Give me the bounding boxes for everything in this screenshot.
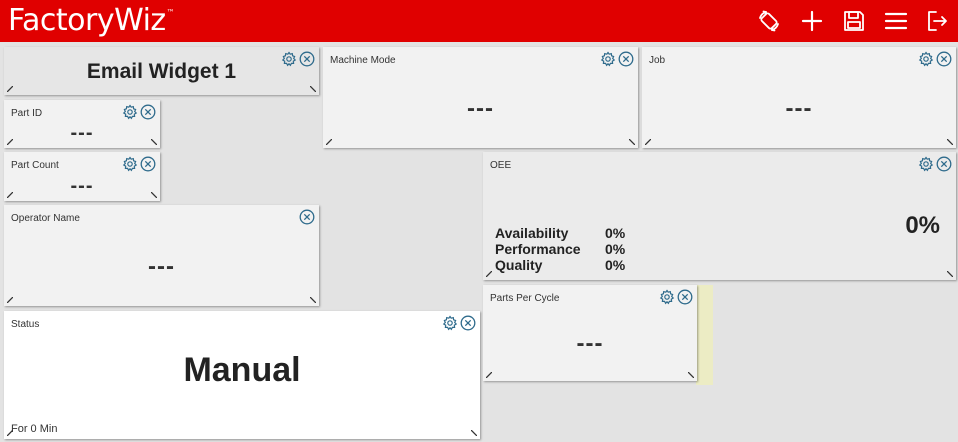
settings-gear-icon[interactable] — [122, 156, 138, 172]
part-count-widget[interactable]: Part Count --- — [4, 152, 160, 201]
resize-handle-bottom-right[interactable] — [471, 430, 477, 436]
resize-handle-bottom-left[interactable] — [7, 86, 13, 92]
widget-title: Part Count — [11, 160, 59, 171]
close-circle-icon[interactable] — [299, 209, 315, 225]
widget-title: Job — [649, 55, 666, 66]
widget-controls — [442, 315, 476, 331]
resize-handle-bottom-left[interactable] — [645, 139, 651, 145]
widget-value: --- — [70, 122, 94, 144]
oee-metrics: Availability 0% Performance 0% Quality 0… — [495, 225, 625, 273]
resize-handle-bottom-right[interactable] — [151, 139, 157, 145]
widget-title: Operator Name — [11, 213, 80, 224]
status-value: Manual — [183, 351, 301, 389]
close-circle-icon[interactable] — [140, 104, 156, 120]
resize-handle-bottom-left[interactable] — [7, 192, 13, 198]
resize-handle-bottom-left[interactable] — [326, 139, 332, 145]
close-circle-icon[interactable] — [460, 315, 476, 331]
close-circle-icon[interactable] — [140, 156, 156, 172]
widget-value: --- — [148, 253, 175, 280]
menu-icon[interactable] — [884, 9, 908, 33]
email-widget[interactable]: Email Widget 1 — [4, 47, 319, 95]
close-circle-icon[interactable] — [936, 51, 952, 67]
factorywiz-logo: FactoryWiz™ — [8, 3, 175, 39]
settings-gear-icon[interactable] — [442, 315, 458, 331]
email-widget-title: Email Widget 1 — [86, 60, 237, 83]
settings-gear-icon[interactable] — [918, 51, 934, 67]
operator-name-widget[interactable]: Operator Name --- — [4, 205, 319, 306]
settings-gear-icon[interactable] — [918, 156, 934, 172]
resize-handle-bottom-right[interactable] — [947, 139, 953, 145]
oee-total-value: 0% — [905, 212, 940, 239]
widget-controls — [122, 156, 156, 172]
widget-value: --- — [467, 95, 494, 122]
close-circle-icon[interactable] — [618, 51, 634, 67]
plus-icon[interactable] — [800, 9, 824, 33]
resize-handle-bottom-left[interactable] — [7, 139, 13, 145]
widget-title: Part ID — [11, 108, 43, 119]
widget-title: OEE — [490, 160, 512, 171]
rotate-screen-icon[interactable] — [757, 9, 781, 33]
metric-value: 0% — [605, 257, 626, 273]
job-widget[interactable]: Job --- — [642, 47, 956, 148]
logout-icon[interactable] — [925, 9, 949, 33]
widget-value: --- — [785, 95, 813, 122]
logo-text: FactoryWiz — [8, 3, 166, 38]
machine-mode-widget[interactable]: Machine Mode --- — [323, 47, 638, 148]
status-duration: For 0 Min — [11, 423, 58, 435]
save-icon[interactable] — [842, 9, 866, 33]
widget-controls — [122, 104, 156, 120]
close-circle-icon[interactable] — [936, 156, 952, 172]
resize-handle-bottom-left[interactable] — [7, 297, 13, 303]
oee-row-availability: Availability 0% — [495, 225, 625, 241]
resize-handle-bottom-right[interactable] — [688, 372, 694, 378]
oee-row-performance: Performance 0% — [495, 241, 625, 257]
metric-value: 0% — [605, 241, 626, 257]
status-widget[interactable]: Status Manual For 0 Min — [4, 311, 480, 439]
close-circle-icon[interactable] — [299, 51, 315, 67]
widget-controls — [918, 51, 952, 67]
metric-label: Performance — [495, 241, 581, 257]
widget-value: --- — [576, 330, 604, 357]
parts-per-cycle-accent-strip — [696, 285, 713, 385]
widget-controls — [299, 209, 315, 225]
widget-title: Parts Per Cycle — [490, 293, 560, 304]
settings-gear-icon[interactable] — [281, 51, 297, 67]
oee-row-quality: Quality 0% — [495, 257, 625, 273]
resize-handle-bottom-right[interactable] — [151, 192, 157, 198]
close-circle-icon[interactable] — [677, 289, 693, 305]
top-bar: FactoryWiz™ — [0, 0, 958, 42]
metric-label: Quality — [495, 257, 543, 273]
widget-controls — [281, 51, 315, 67]
oee-widget[interactable]: OEE Availability 0% Performance 0% Quali… — [483, 152, 956, 280]
resize-handle-bottom-right[interactable] — [310, 297, 316, 303]
widget-title: Status — [11, 319, 40, 330]
resize-handle-bottom-left[interactable] — [486, 271, 492, 277]
resize-handle-bottom-right[interactable] — [310, 86, 316, 92]
resize-handle-bottom-right[interactable] — [629, 139, 635, 145]
metric-label: Availability — [495, 225, 569, 241]
resize-handle-bottom-left[interactable] — [7, 430, 13, 436]
metric-value: 0% — [605, 225, 626, 241]
part-id-widget[interactable]: Part ID --- — [4, 100, 160, 148]
widget-controls — [600, 51, 634, 67]
parts-per-cycle-widget[interactable]: Parts Per Cycle --- — [483, 285, 697, 381]
settings-gear-icon[interactable] — [659, 289, 675, 305]
widget-controls — [918, 156, 952, 172]
settings-gear-icon[interactable] — [600, 51, 616, 67]
settings-gear-icon[interactable] — [122, 104, 138, 120]
widget-controls — [659, 289, 693, 305]
resize-handle-bottom-left[interactable] — [486, 372, 492, 378]
widget-title: Machine Mode — [330, 55, 396, 66]
trademark-mark: ™ — [166, 8, 175, 17]
widget-value: --- — [70, 175, 94, 197]
resize-handle-bottom-right[interactable] — [947, 271, 953, 277]
